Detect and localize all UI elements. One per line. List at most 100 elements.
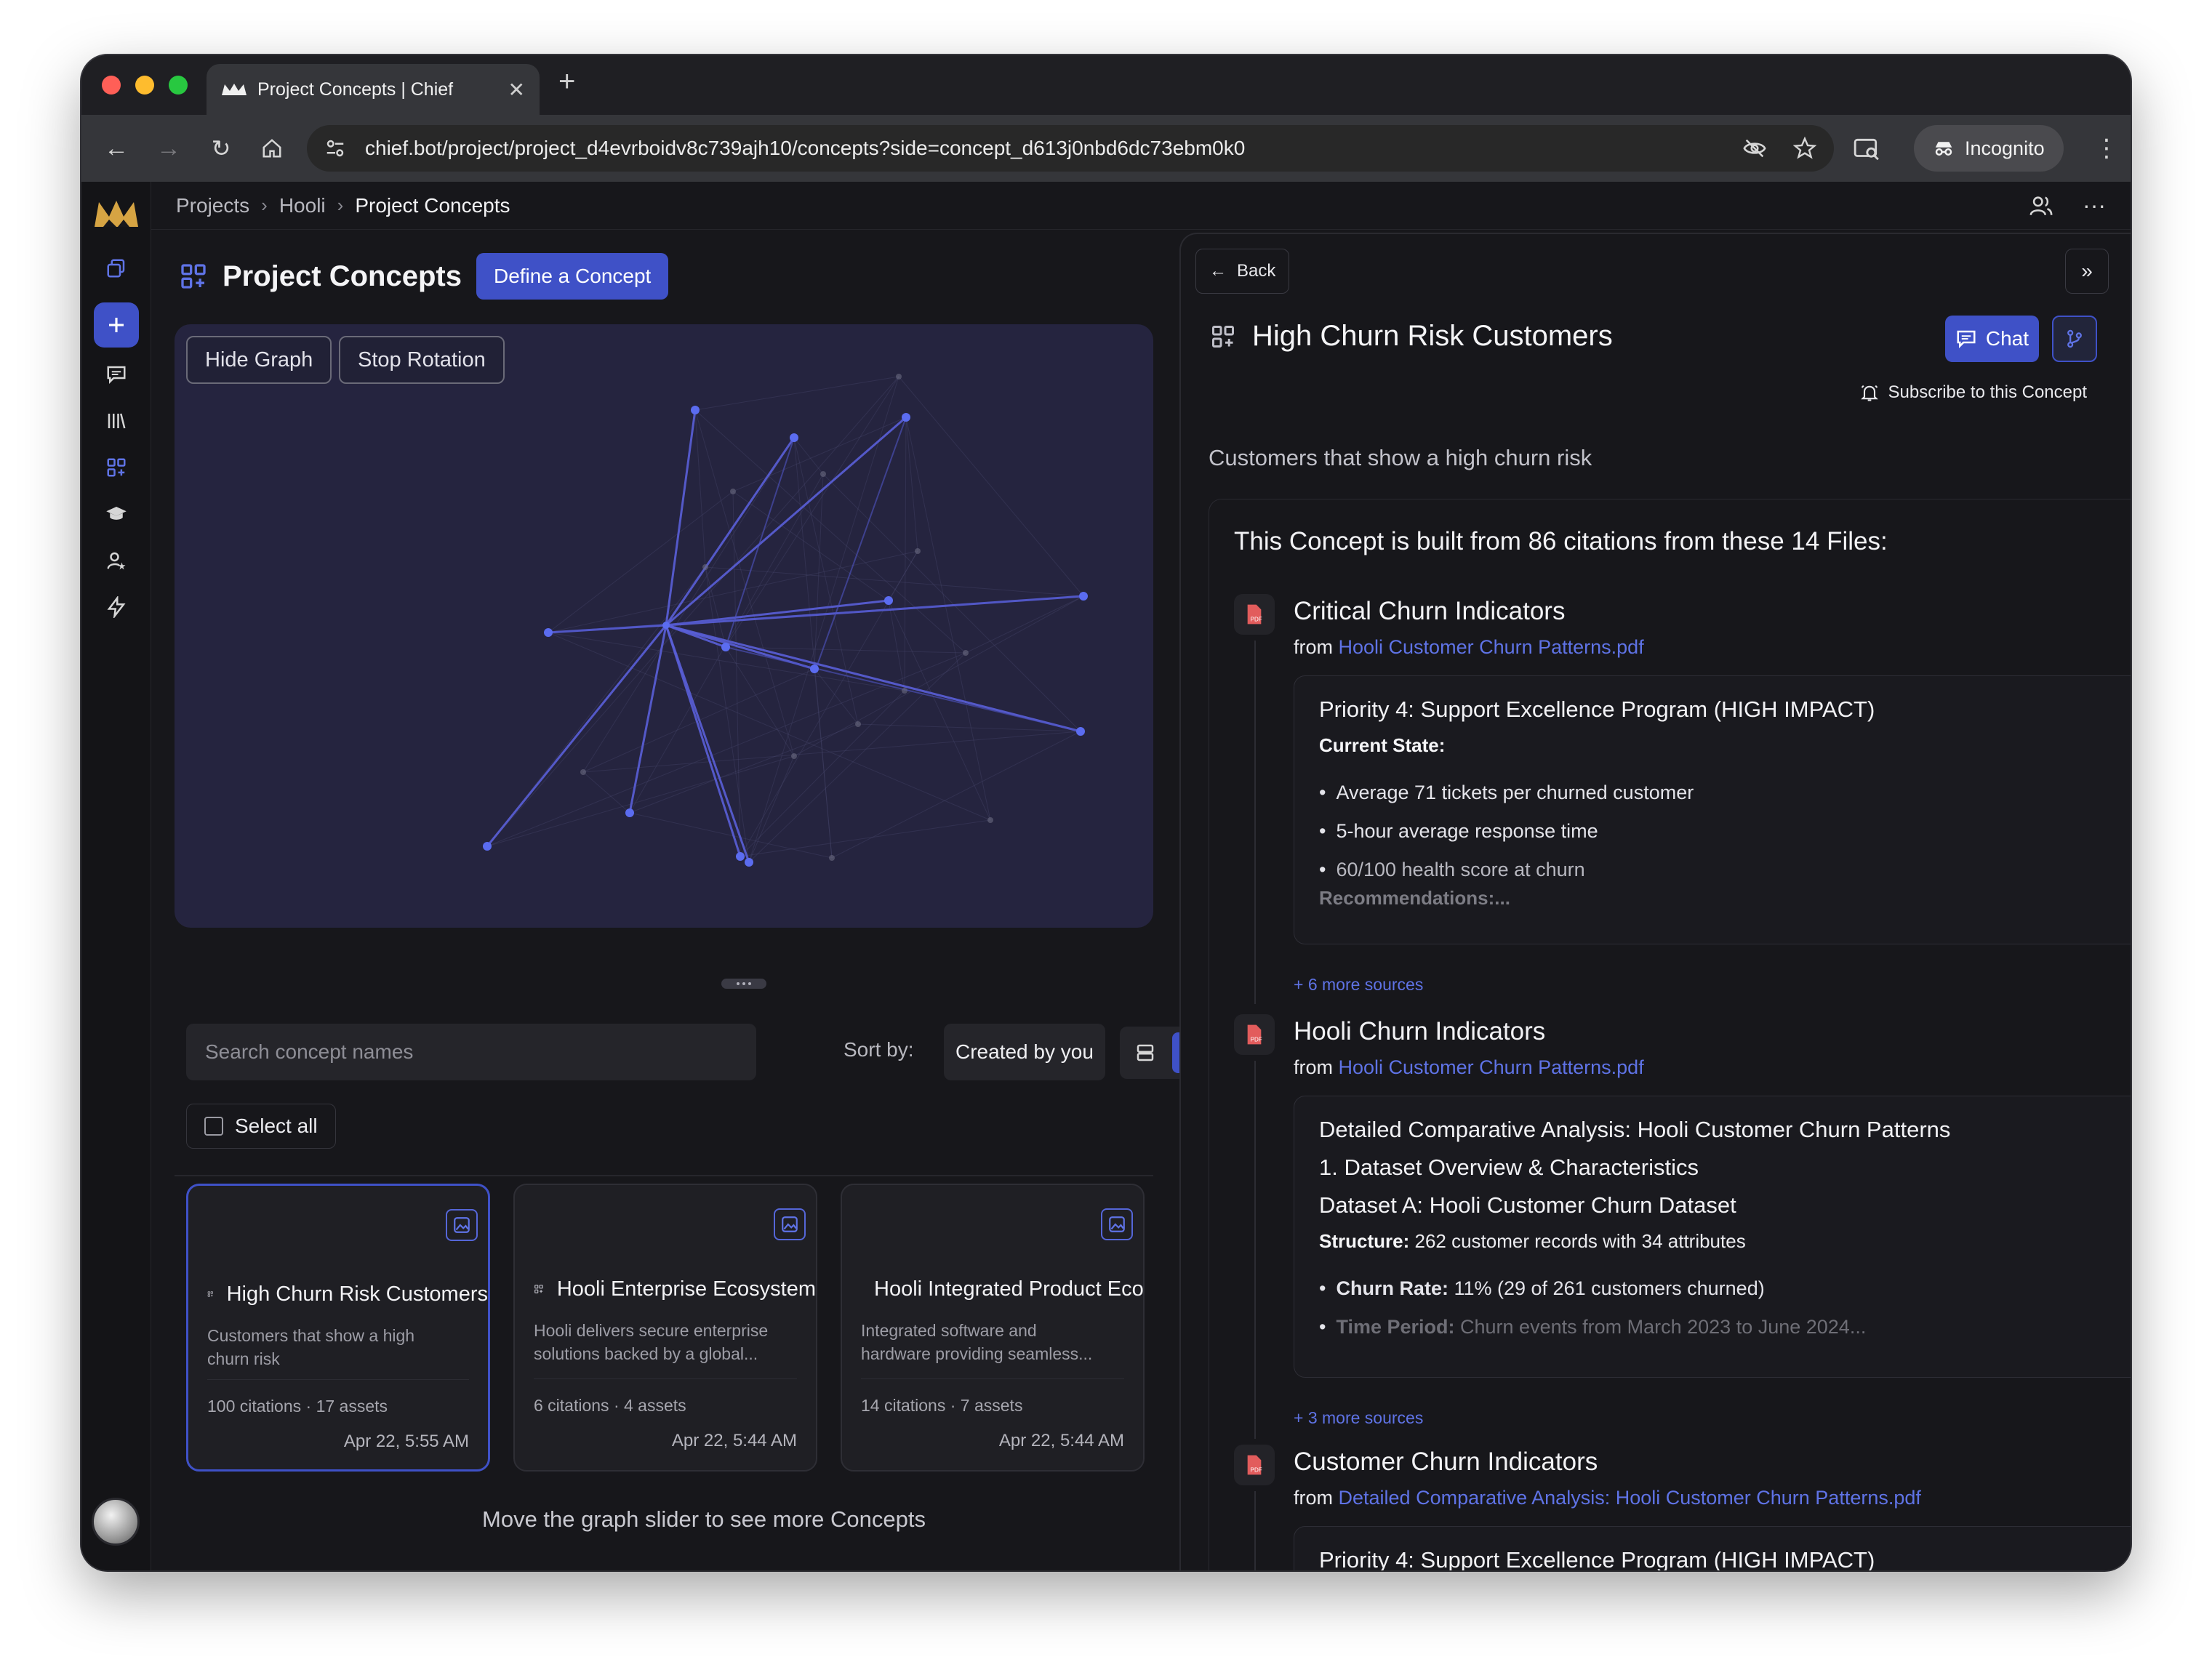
star-icon[interactable] [1793,137,1816,160]
browser-menu-icon[interactable]: ⋮ [2094,134,2119,163]
select-all-checkbox[interactable]: Select all [186,1104,336,1149]
image-icon[interactable] [774,1208,806,1240]
image-icon[interactable] [1101,1208,1133,1240]
image-icon[interactable] [446,1209,478,1241]
concepts-icon [1212,325,1234,348]
concept-card[interactable]: High Churn Risk Customers Customers that… [186,1184,490,1472]
graph-node [745,858,753,867]
new-item-plus-icon[interactable] [94,302,139,348]
share-icon[interactable] [2052,316,2097,362]
graph-node [1076,727,1085,736]
documents-icon[interactable] [94,246,139,291]
eye-slash-icon[interactable] [1742,136,1767,161]
incognito-badge[interactable]: Incognito [1914,125,2064,172]
graph-faint-edge [694,376,899,411]
source-file-link[interactable]: Hooli Customer Churn Patterns.pdf [1339,1056,1644,1078]
new-tab-button[interactable]: + [558,65,575,98]
time-period-label: Time Period: [1336,1316,1455,1338]
graph-faint-edge [965,595,1084,654]
graph-node [483,842,492,851]
graph-faint-edge [740,550,918,857]
source-file-link[interactable]: Hooli Customer Churn Patterns.pdf [1339,636,1644,658]
search-concepts-input[interactable] [186,1024,756,1080]
breadcrumb-hooli[interactable]: Hooli [279,194,326,217]
more-sources-link[interactable]: + 3 more sources [1294,1408,1423,1428]
graduation-cap-icon[interactable] [94,491,139,537]
graph-canvas[interactable] [175,324,1153,928]
graph-node [625,808,634,817]
card-meta: 100 citations · 17 assets [207,1397,388,1416]
source-excerpt[interactable]: Detailed Comparative Analysis: Hooli Cus… [1294,1096,2131,1378]
incognito-icon [1935,142,1952,156]
define-concept-button[interactable]: Define a Concept [476,253,669,300]
concept-card[interactable]: Hooli Integrated Product Ecosystem Integ… [841,1184,1145,1472]
subscribe-button[interactable]: Subscribe to this Concept [1859,382,2087,403]
source-file: from Detailed Comparative Analysis: Hool… [1294,1487,1921,1509]
breadcrumb: Projects › Hooli › Project Concepts ··· [151,182,2131,230]
graph-slider-handle[interactable] [721,979,766,989]
reload-icon[interactable]: ↻ [205,132,237,164]
source-title: Critical Churn Indicators [1294,597,1566,625]
chevron-right-icon: › [261,194,268,216]
tab-search-icon[interactable] [1853,135,1880,163]
list-view-icon[interactable] [1124,1032,1166,1073]
more-icon[interactable]: ··· [2083,192,2106,219]
card-date: Apr 22, 5:44 AM [998,1431,1124,1450]
graph-faint-node [791,753,797,759]
address-bar[interactable]: chief.bot/project/project_d4evrboidv8c73… [307,125,1834,172]
graph-node [902,413,910,422]
graph-faint-edge [582,771,630,814]
citations-heading: This Concept is built from 86 citations … [1234,527,1888,555]
back-arrow-icon: ← [1209,261,1227,281]
graph-faint-edge [694,409,706,568]
home-icon[interactable] [256,132,288,164]
hide-graph-button[interactable]: Hide Graph [186,336,332,384]
chief-logo-icon[interactable] [93,198,140,230]
graph-node [691,406,700,414]
site-settings-icon[interactable] [324,137,346,159]
concept-graph[interactable]: Hide Graph Stop Rotation [175,324,1153,928]
source-file-link[interactable]: Detailed Comparative Analysis: Hooli Cus… [1339,1487,1921,1509]
graph-faint-edge [486,652,966,847]
graph-node [721,643,730,651]
tab-title: Project Concepts | Chief [257,79,454,100]
chat-button[interactable]: Chat [1944,316,2039,362]
lightning-icon[interactable] [94,585,139,630]
concept-card[interactable]: Hooli Enterprise Ecosystem Hooli deliver… [513,1184,817,1472]
from-label: from [1294,1487,1333,1509]
bullet-text: Average 71 tickets per churned customer [1336,782,1694,803]
browser-tab[interactable]: Project Concepts | Chief ✕ [207,64,540,115]
graph-node [544,628,553,637]
stop-rotation-button[interactable]: Stop Rotation [339,336,505,384]
back-button[interactable]: ← Back [1195,249,1290,294]
concepts-icon[interactable] [94,445,139,490]
forward-arrow-icon[interactable]: → [153,132,185,164]
structure-value: 262 customer records with 34 attributes [1414,1230,1746,1252]
library-icon[interactable] [94,398,139,443]
graph-node [884,596,893,605]
breadcrumb-projects[interactable]: Projects [176,194,249,217]
card-title: Hooli Enterprise Ecosystem [556,1277,816,1301]
close-window-button[interactable] [102,76,121,95]
excerpt-fade-text: Recommendations:... [1319,887,1510,909]
user-star-icon[interactable] [94,538,139,583]
source-excerpt[interactable]: Priority 4: Support Excellence Program (… [1294,675,2131,944]
graph-faint-edge [725,646,795,757]
sort-dropdown[interactable]: Created by you [944,1024,1105,1080]
more-sources-link[interactable]: + 6 more sources [1294,975,1423,995]
graph-edge [548,595,1084,633]
user-avatar[interactable] [92,1498,140,1546]
maximize-window-button[interactable] [169,76,188,95]
bullet-text: 5-hour average response time [1336,820,1598,842]
source-excerpt[interactable]: Priority 4: Support Excellence Program (… [1294,1526,2131,1570]
source-file: from Hooli Customer Churn Patterns.pdf [1294,636,1644,659]
collapse-panel-icon[interactable]: » [2065,249,2109,294]
minimize-window-button[interactable] [135,76,154,95]
people-icon[interactable] [2029,193,2053,218]
chat-icon[interactable] [94,352,139,397]
close-tab-icon[interactable]: ✕ [508,78,525,102]
back-arrow-icon[interactable]: ← [100,132,132,164]
source-title: Customer Churn Indicators [1294,1448,1598,1476]
checkbox[interactable] [204,1117,223,1136]
graph-faint-edge [888,600,991,821]
